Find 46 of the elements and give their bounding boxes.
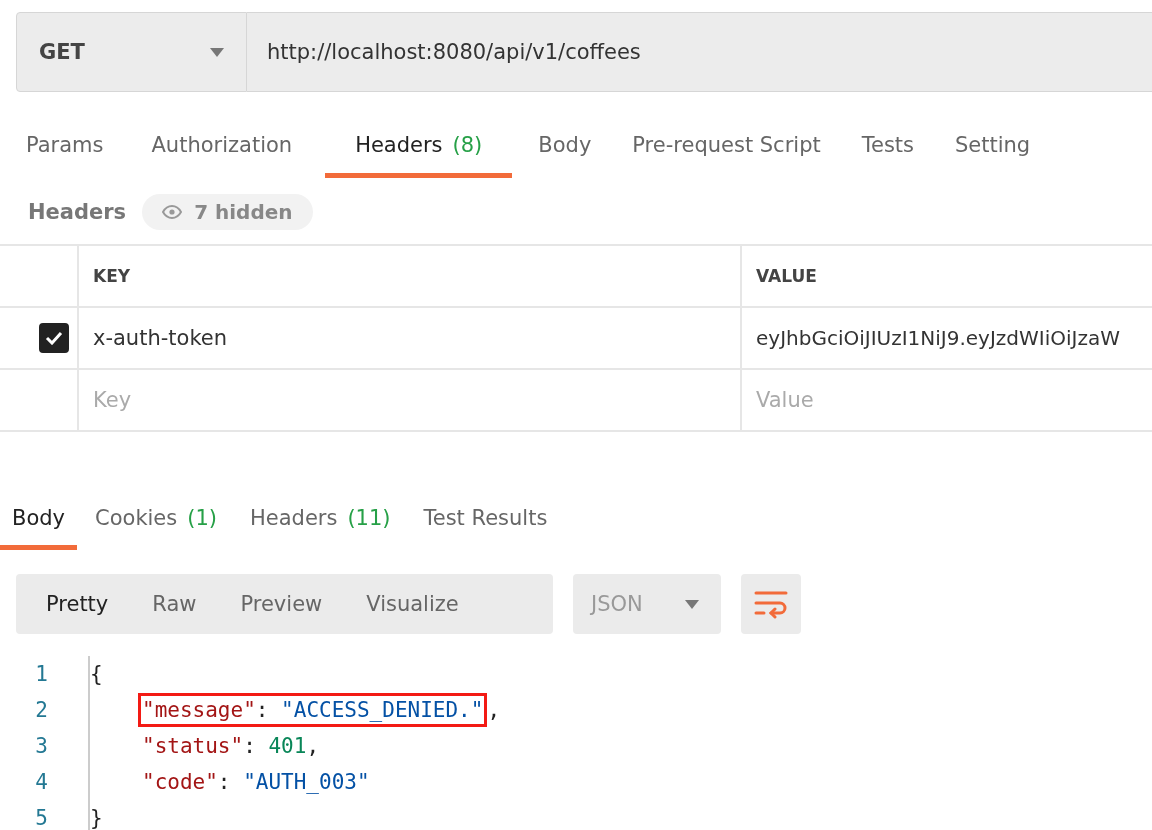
wrap-lines-button[interactable] (741, 574, 801, 634)
url-field[interactable]: http://localhost:8080/api/v1/coffees (247, 12, 1152, 92)
eye-icon (162, 205, 183, 219)
punctuation: : (217, 770, 232, 794)
json-string: "AUTH_003" (243, 770, 370, 794)
response-tab[interactable]: Body (0, 486, 77, 550)
method-dropdown[interactable]: GET (16, 12, 247, 92)
value-field[interactable]: Value (756, 388, 1133, 412)
caret-icon (685, 599, 699, 609)
checkbox[interactable] (39, 323, 69, 353)
line-number: 4 (34, 770, 49, 794)
punctuation: , (487, 698, 501, 722)
checkmark-icon (45, 331, 63, 345)
request-tab[interactable]: Params (11, 112, 119, 178)
json-key: "status" (142, 734, 244, 758)
punctuation: , (306, 734, 320, 758)
column-header: VALUE (740, 246, 1152, 306)
json-string: "ACCESS_DENIED." (281, 698, 484, 722)
hidden-headers-toggle[interactable]: 7 hidden (142, 194, 313, 230)
response-tab[interactable]: Test Results (411, 486, 560, 550)
line-number: 3 (34, 734, 49, 758)
line-number: 2 (34, 698, 49, 722)
punctuation: { (90, 662, 103, 686)
request-tab[interactable]: Tests (846, 112, 929, 178)
wrap-lines-icon (753, 589, 789, 619)
punctuation: } (90, 806, 103, 830)
table-cell: eyJhbGciOiJIUzI1NiJ9.eyJzdWIiOiJzaW (740, 308, 1152, 368)
key-field[interactable]: Key (93, 388, 708, 412)
response-tab[interactable]: Headers (11) (238, 486, 403, 550)
punctuation: : (255, 698, 270, 722)
request-tab[interactable]: Setting (940, 112, 1046, 178)
json-number: 401 (268, 734, 307, 758)
punctuation: : (243, 734, 257, 758)
request-tab[interactable]: Headers (8) (325, 112, 513, 178)
section-label: Headers (28, 200, 127, 224)
json-key: "code" (142, 770, 218, 794)
response-tab[interactable]: Cookies (1) (83, 486, 229, 550)
request-tab[interactable]: Authorization (136, 112, 308, 178)
line-number: 5 (34, 806, 49, 830)
json-key: "message" (142, 698, 256, 722)
request-tab[interactable]: Pre-request Script (617, 112, 836, 178)
line-number: 1 (34, 662, 49, 686)
column-header: KEY (77, 246, 740, 306)
request-tab[interactable]: Body (523, 112, 607, 178)
table-cell: x-auth-token (77, 308, 740, 368)
caret-icon (210, 47, 224, 57)
